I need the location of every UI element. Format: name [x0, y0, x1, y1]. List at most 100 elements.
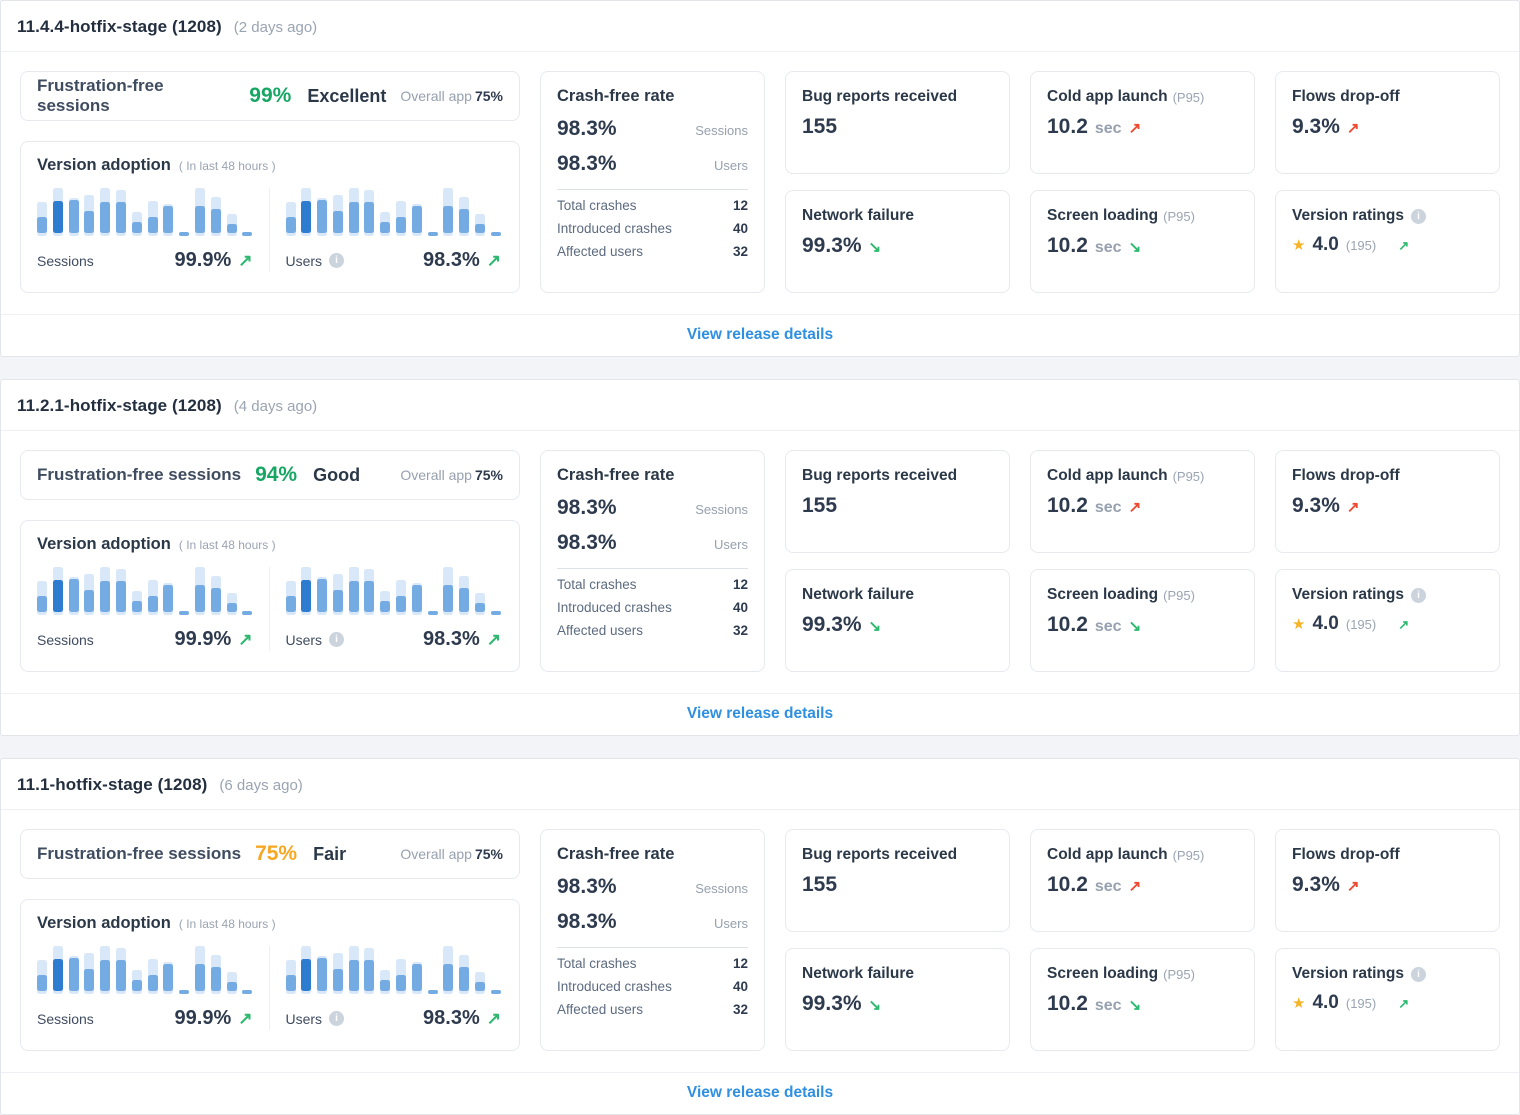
- chart-bar: [428, 990, 438, 994]
- metrics-column-3: Flows drop-off 9.3% ↗ Version ratings i …: [1275, 71, 1500, 293]
- screen-loading-value: 10.2: [1047, 613, 1088, 637]
- affected-users-label: Affected users: [557, 1002, 643, 1017]
- flows-dropoff-title: Flows drop-off: [1292, 467, 1483, 485]
- info-icon[interactable]: i: [1411, 209, 1426, 224]
- trend-down-icon: ↘: [869, 998, 882, 1013]
- chart-bar: [53, 188, 63, 236]
- introduced-crashes-label: Introduced crashes: [557, 221, 672, 236]
- total-crashes-row: Total crashes 12: [557, 577, 748, 592]
- overall-app: Overall app75%: [400, 846, 503, 862]
- network-failure-value-row: 99.3% ↘: [802, 234, 993, 258]
- overall-app-label: Overall app: [400, 846, 472, 862]
- network-failure-card: Network failure 99.3% ↘: [785, 190, 1010, 293]
- crash-free-rate-title: Crash-free rate: [557, 466, 748, 485]
- chart-bar: [227, 593, 237, 615]
- screen-loading-label: Screen loading: [1047, 207, 1158, 225]
- adoption-sessions-panel: Sessions 99.9%↗: [37, 946, 269, 1030]
- chart-bar: [475, 972, 485, 994]
- metrics-column-3: Flows drop-off 9.3% ↗ Version ratings i …: [1275, 450, 1500, 672]
- trend-up-icon: ↗: [1347, 500, 1360, 515]
- sessions-summary-row: Sessions 99.9%↗: [37, 628, 253, 651]
- seconds-unit: sec: [1095, 499, 1122, 517]
- seconds-unit: sec: [1095, 618, 1122, 636]
- view-release-details-link[interactable]: View release details: [687, 326, 833, 343]
- release-age: (4 days ago): [234, 398, 317, 415]
- chart-bar: [349, 188, 359, 236]
- screen-loading-value-row: 10.2 sec ↘: [1047, 992, 1238, 1016]
- cold-app-launch-value: 10.2: [1047, 115, 1088, 139]
- bug-reports-value-row: 155: [802, 873, 993, 897]
- chart-bar: [301, 188, 311, 236]
- trend-up-icon: ↗: [487, 252, 501, 269]
- release-title: 11.2.1-hotfix-stage (1208): [17, 396, 222, 416]
- sessions-bar-chart: [37, 946, 253, 994]
- version-adoption-title: Version adoption: [37, 535, 171, 554]
- info-icon[interactable]: i: [1411, 588, 1426, 603]
- view-release-details-link[interactable]: View release details: [687, 705, 833, 722]
- release-card: 11.2.1-hotfix-stage (1208) (4 days ago) …: [0, 379, 1520, 736]
- info-icon[interactable]: i: [329, 632, 344, 647]
- users-summary-row: Users i 98.3%↗: [286, 1007, 502, 1030]
- affected-users-label: Affected users: [557, 244, 643, 259]
- adoption-sessions-panel: Sessions 99.9%↗: [37, 567, 269, 651]
- network-failure-title: Network failure: [802, 207, 993, 225]
- sessions-value: 99.9%↗: [175, 1007, 253, 1030]
- flows-dropoff-value: 9.3%: [1292, 494, 1340, 518]
- metrics-column-1: Bug reports received 155 Network failure…: [785, 450, 1010, 672]
- release-body: Frustration-free sessions 99% Excellent …: [1, 52, 1519, 314]
- affected-users-value: 32: [733, 1002, 748, 1017]
- total-crashes-value: 12: [733, 198, 748, 213]
- chart-bar: [53, 567, 63, 615]
- trend-down-icon: ↘: [1129, 619, 1142, 634]
- flows-dropoff-value: 9.3%: [1292, 115, 1340, 139]
- chart-bar: [163, 204, 173, 236]
- bug-reports-value: 155: [802, 115, 837, 139]
- trend-down-icon: ↘: [1129, 998, 1142, 1013]
- chart-bar: [84, 574, 94, 615]
- trend-up-icon: ↗: [238, 631, 252, 648]
- divider: [557, 568, 748, 569]
- screen-loading-label: Screen loading: [1047, 965, 1158, 983]
- chart-bar: [242, 232, 252, 236]
- sessions-bar-chart: [37, 567, 253, 615]
- users-label: Users: [286, 1011, 323, 1027]
- rating-count: (195): [1346, 617, 1376, 632]
- network-failure-card: Network failure 99.3% ↘: [785, 948, 1010, 1051]
- p95-label: (P95): [1163, 209, 1195, 224]
- info-icon[interactable]: i: [329, 253, 344, 268]
- screen-loading-value: 10.2: [1047, 992, 1088, 1016]
- release-header: 11.2.1-hotfix-stage (1208) (4 days ago): [1, 380, 1519, 431]
- version-adoption-subtitle: ( In last 48 hours ): [179, 159, 276, 173]
- sessions-percent: 99.9%: [175, 628, 232, 651]
- network-failure-title: Network failure: [802, 586, 993, 604]
- rating-value: 4.0: [1312, 613, 1338, 635]
- bug-reports-title: Bug reports received: [802, 88, 993, 106]
- trend-up-icon: ↗: [238, 252, 252, 269]
- chart-bar: [195, 567, 205, 615]
- view-release-details-link[interactable]: View release details: [687, 1084, 833, 1101]
- seconds-unit: sec: [1095, 878, 1122, 896]
- chart-bar: [380, 212, 390, 236]
- crash-users-row: 98.3% Users: [557, 152, 748, 176]
- chart-bar: [475, 593, 485, 615]
- chart-bar: [211, 197, 221, 236]
- chart-bar: [227, 214, 237, 236]
- version-adoption-title-row: Version adoption ( In last 48 hours ): [37, 535, 503, 554]
- users-value: 98.3%↗: [423, 628, 501, 651]
- introduced-crashes-value: 40: [733, 600, 748, 615]
- release-title: 11.4.4-hotfix-stage (1208): [17, 17, 222, 37]
- release-age: (2 days ago): [234, 19, 317, 36]
- chart-bar: [286, 581, 296, 615]
- overall-app-value: 75%: [475, 846, 503, 862]
- chart-bar: [459, 576, 469, 615]
- trend-up-icon: ↗: [1129, 879, 1142, 894]
- chart-bar: [84, 195, 94, 236]
- chart-bar: [364, 569, 374, 615]
- chart-bar: [380, 591, 390, 615]
- sessions-value: 99.9% ↗: [175, 628, 253, 651]
- divider: [557, 189, 748, 190]
- info-icon[interactable]: i: [1411, 967, 1426, 982]
- introduced-crashes-value: 40: [733, 221, 748, 236]
- version-adoption-title: Version adoption: [37, 914, 171, 933]
- info-icon[interactable]: i: [329, 1011, 344, 1026]
